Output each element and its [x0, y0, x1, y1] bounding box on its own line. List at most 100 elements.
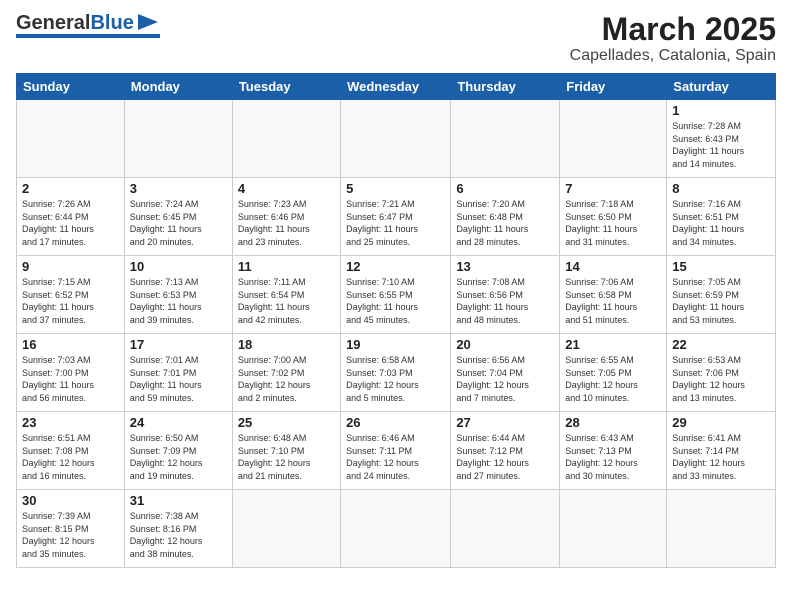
day-info: Sunrise: 7:15 AM Sunset: 6:52 PM Dayligh…	[22, 276, 119, 326]
table-row: 14Sunrise: 7:06 AM Sunset: 6:58 PM Dayli…	[560, 256, 667, 334]
table-row: 17Sunrise: 7:01 AM Sunset: 7:01 PM Dayli…	[124, 334, 232, 412]
table-row: 15 Sunrise: 7:05 AM Sunset: 6:59 PM Dayli…	[667, 256, 776, 334]
day-number: 31	[130, 493, 227, 508]
day-info: Sunrise: 6:51 AM Sunset: 7:08 PM Dayligh…	[22, 432, 119, 482]
day-info: Sunrise: 7:00 AM Sunset: 7:02 PM Dayligh…	[238, 354, 335, 404]
calendar-week-row: 23 Sunrise: 6:51 AM Sunset: 7:08 PM Dayli…	[17, 412, 776, 490]
day-number: 21	[565, 337, 661, 352]
table-row: 18 Sunrise: 7:00 AM Sunset: 7:02 PM Dayli…	[232, 334, 340, 412]
table-row: 28Sunrise: 6:43 AM Sunset: 7:13 PM Dayli…	[560, 412, 667, 490]
table-row: 16Sunrise: 7:03 AM Sunset: 7:00 PM Dayli…	[17, 334, 125, 412]
table-row: 7Sunrise: 7:18 AM Sunset: 6:50 PM Daylig…	[560, 178, 667, 256]
calendar-week-row: 9 Sunrise: 7:15 AM Sunset: 6:52 PM Daylig…	[17, 256, 776, 334]
day-info: Sunrise: 7:21 AM Sunset: 6:47 PM Dayligh…	[346, 198, 445, 248]
day-info: Sunrise: 7:38 AM Sunset: 8:16 PM Dayligh…	[130, 510, 227, 560]
table-row: 8 Sunrise: 7:16 AM Sunset: 6:51 PM Daylig…	[667, 178, 776, 256]
table-row: 23 Sunrise: 6:51 AM Sunset: 7:08 PM Dayli…	[17, 412, 125, 490]
calendar-week-row: 16Sunrise: 7:03 AM Sunset: 7:00 PM Dayli…	[17, 334, 776, 412]
table-row	[341, 100, 451, 178]
day-info: Sunrise: 7:28 AM Sunset: 6:43 PM Dayligh…	[672, 120, 770, 170]
day-number: 10	[130, 259, 227, 274]
table-row: 3Sunrise: 7:24 AM Sunset: 6:45 PM Daylig…	[124, 178, 232, 256]
day-number: 29	[672, 415, 770, 430]
day-info: Sunrise: 6:46 AM Sunset: 7:11 PM Dayligh…	[346, 432, 445, 482]
day-number: 24	[130, 415, 227, 430]
day-info: Sunrise: 6:53 AM Sunset: 7:06 PM Dayligh…	[672, 354, 770, 404]
day-info: Sunrise: 7:08 AM Sunset: 6:56 PM Dayligh…	[456, 276, 554, 326]
day-number: 12	[346, 259, 445, 274]
day-number: 23	[22, 415, 119, 430]
table-row: 20Sunrise: 6:56 AM Sunset: 7:04 PM Dayli…	[451, 334, 560, 412]
table-row	[560, 490, 667, 568]
logo: General Blue	[16, 12, 160, 38]
table-row: 21 Sunrise: 6:55 AM Sunset: 7:05 PM Dayli…	[560, 334, 667, 412]
day-info: Sunrise: 6:58 AM Sunset: 7:03 PM Dayligh…	[346, 354, 445, 404]
day-info: Sunrise: 6:41 AM Sunset: 7:14 PM Dayligh…	[672, 432, 770, 482]
day-info: Sunrise: 6:48 AM Sunset: 7:10 PM Dayligh…	[238, 432, 335, 482]
day-number: 19	[346, 337, 445, 352]
table-row: 11Sunrise: 7:11 AM Sunset: 6:54 PM Dayli…	[232, 256, 340, 334]
table-row: 27Sunrise: 6:44 AM Sunset: 7:12 PM Dayli…	[451, 412, 560, 490]
day-number: 30	[22, 493, 119, 508]
logo-arrow-icon	[138, 12, 160, 32]
day-info: Sunrise: 7:20 AM Sunset: 6:48 PM Dayligh…	[456, 198, 554, 248]
calendar-header-row: Sunday Monday Tuesday Wednesday Thursday…	[17, 74, 776, 100]
day-number: 8	[672, 181, 770, 196]
logo-general-text: General	[16, 13, 90, 33]
table-row: 13 Sunrise: 7:08 AM Sunset: 6:56 PM Dayli…	[451, 256, 560, 334]
table-row	[17, 100, 125, 178]
table-row: 31 Sunrise: 7:38 AM Sunset: 8:16 PM Dayli…	[124, 490, 232, 568]
day-info: Sunrise: 7:10 AM Sunset: 6:55 PM Dayligh…	[346, 276, 445, 326]
calendar-week-row: 1 Sunrise: 7:28 AM Sunset: 6:43 PM Daylig…	[17, 100, 776, 178]
day-info: Sunrise: 7:26 AM Sunset: 6:44 PM Dayligh…	[22, 198, 119, 248]
table-row: 25Sunrise: 6:48 AM Sunset: 7:10 PM Dayli…	[232, 412, 340, 490]
table-row: 19 Sunrise: 6:58 AM Sunset: 7:03 PM Dayli…	[341, 334, 451, 412]
day-number: 1	[672, 103, 770, 118]
day-number: 4	[238, 181, 335, 196]
day-number: 5	[346, 181, 445, 196]
logo-blue-text: Blue	[90, 13, 133, 33]
day-info: Sunrise: 7:13 AM Sunset: 6:53 PM Dayligh…	[130, 276, 227, 326]
calendar-table: Sunday Monday Tuesday Wednesday Thursday…	[16, 73, 776, 568]
col-saturday: Saturday	[667, 74, 776, 100]
page: General Blue March 2025 Capellades, Cata…	[0, 0, 792, 612]
table-row: 4Sunrise: 7:23 AM Sunset: 6:46 PM Daylig…	[232, 178, 340, 256]
day-number: 14	[565, 259, 661, 274]
day-number: 26	[346, 415, 445, 430]
day-info: Sunrise: 6:56 AM Sunset: 7:04 PM Dayligh…	[456, 354, 554, 404]
table-row	[451, 100, 560, 178]
calendar-title: March 2025	[570, 12, 776, 47]
col-sunday: Sunday	[17, 74, 125, 100]
day-number: 13	[456, 259, 554, 274]
col-thursday: Thursday	[451, 74, 560, 100]
day-info: Sunrise: 7:39 AM Sunset: 8:15 PM Dayligh…	[22, 510, 119, 560]
table-row: 1 Sunrise: 7:28 AM Sunset: 6:43 PM Daylig…	[667, 100, 776, 178]
table-row	[124, 100, 232, 178]
day-info: Sunrise: 6:50 AM Sunset: 7:09 PM Dayligh…	[130, 432, 227, 482]
logo-underline	[16, 34, 160, 38]
col-monday: Monday	[124, 74, 232, 100]
day-number: 6	[456, 181, 554, 196]
col-tuesday: Tuesday	[232, 74, 340, 100]
day-number: 27	[456, 415, 554, 430]
table-row: 9 Sunrise: 7:15 AM Sunset: 6:52 PM Daylig…	[17, 256, 125, 334]
day-number: 15	[672, 259, 770, 274]
day-number: 17	[130, 337, 227, 352]
day-info: Sunrise: 7:24 AM Sunset: 6:45 PM Dayligh…	[130, 198, 227, 248]
col-wednesday: Wednesday	[341, 74, 451, 100]
table-row: 26 Sunrise: 6:46 AM Sunset: 7:11 PM Dayli…	[341, 412, 451, 490]
day-info: Sunrise: 7:11 AM Sunset: 6:54 PM Dayligh…	[238, 276, 335, 326]
day-info: Sunrise: 7:05 AM Sunset: 6:59 PM Dayligh…	[672, 276, 770, 326]
calendar-week-row: 30 Sunrise: 7:39 AM Sunset: 8:15 PM Dayli…	[17, 490, 776, 568]
table-row	[667, 490, 776, 568]
header: General Blue March 2025 Capellades, Cata…	[16, 12, 776, 65]
day-info: Sunrise: 7:16 AM Sunset: 6:51 PM Dayligh…	[672, 198, 770, 248]
day-number: 18	[238, 337, 335, 352]
title-block: March 2025 Capellades, Catalonia, Spain	[570, 12, 776, 65]
day-number: 16	[22, 337, 119, 352]
table-row	[232, 100, 340, 178]
table-row	[560, 100, 667, 178]
day-info: Sunrise: 6:55 AM Sunset: 7:05 PM Dayligh…	[565, 354, 661, 404]
day-number: 9	[22, 259, 119, 274]
table-row: 2Sunrise: 7:26 AM Sunset: 6:44 PM Daylig…	[17, 178, 125, 256]
